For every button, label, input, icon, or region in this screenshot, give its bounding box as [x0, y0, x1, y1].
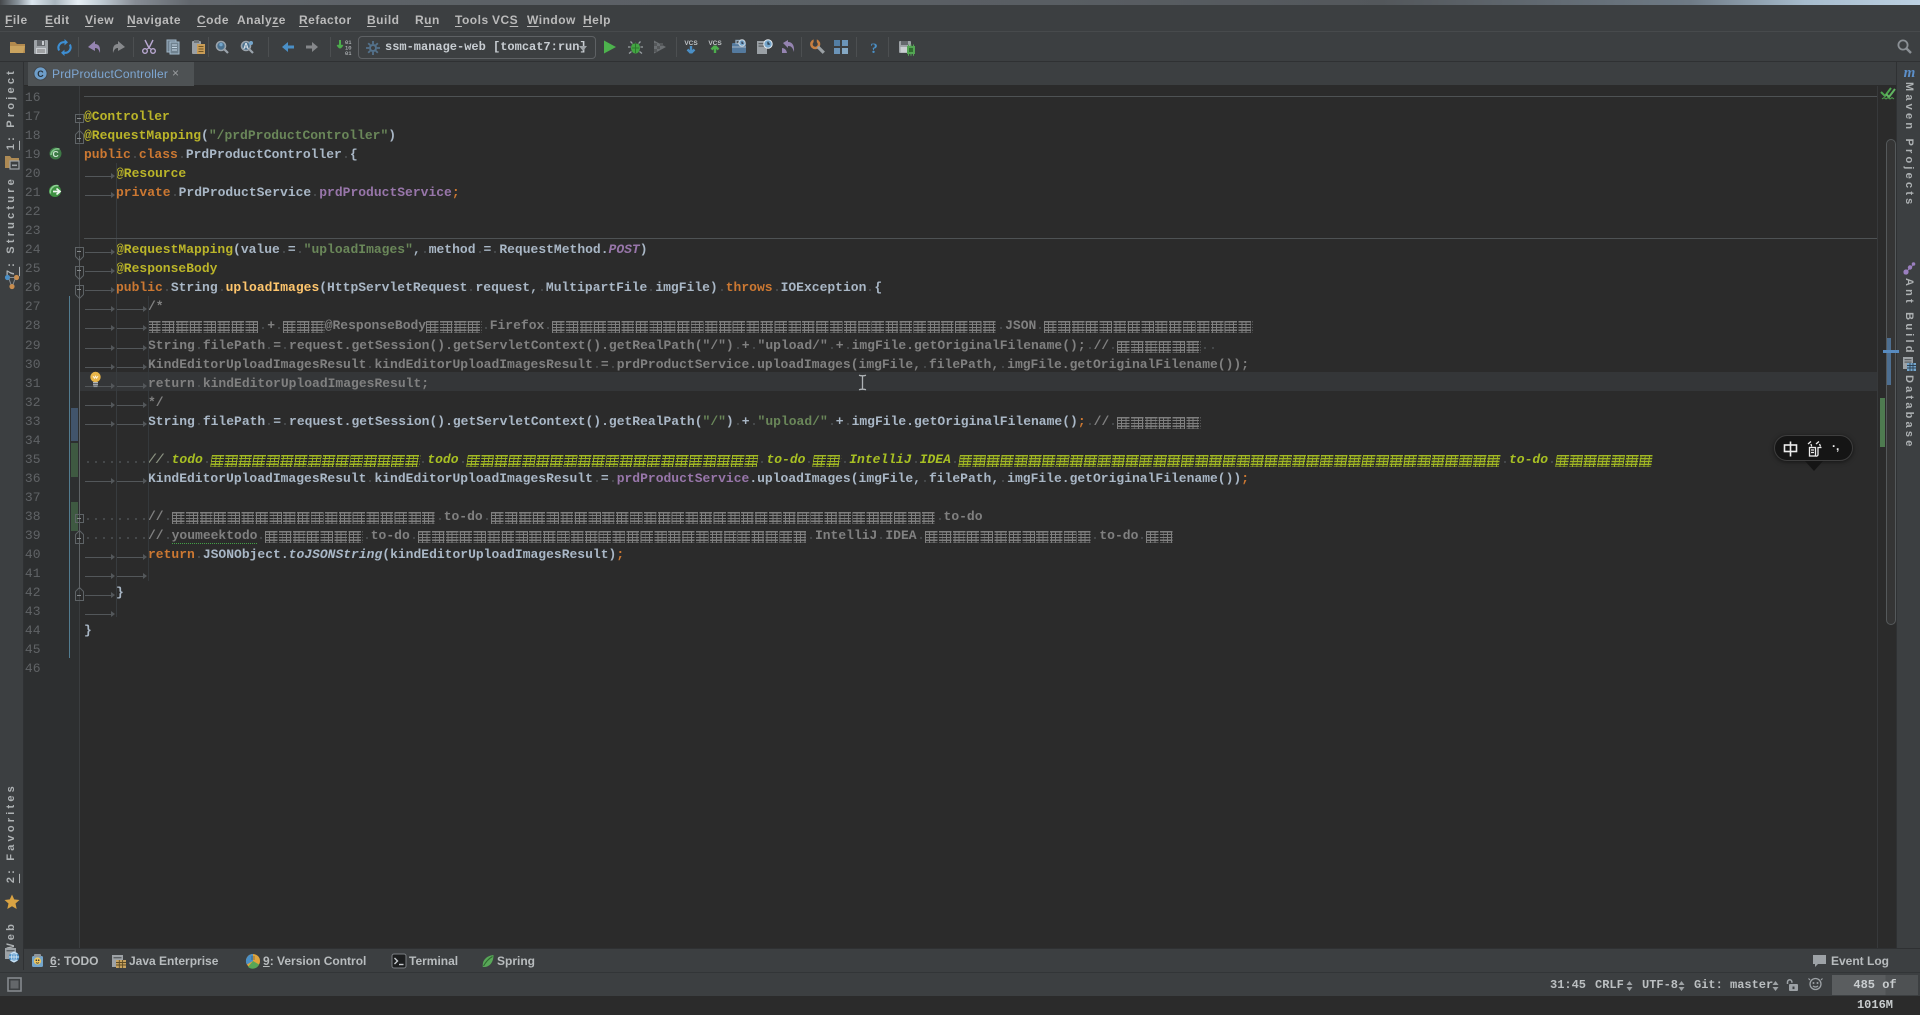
svg-text:C: C	[53, 149, 59, 159]
svg-text:m: m	[1904, 65, 1916, 80]
svg-text:A: A	[243, 42, 249, 51]
svg-text:01: 01	[345, 50, 352, 56]
svg-text:C: C	[37, 69, 44, 79]
svg-text:?: ?	[870, 41, 878, 55]
svg-text:VCS: VCS	[684, 40, 698, 47]
